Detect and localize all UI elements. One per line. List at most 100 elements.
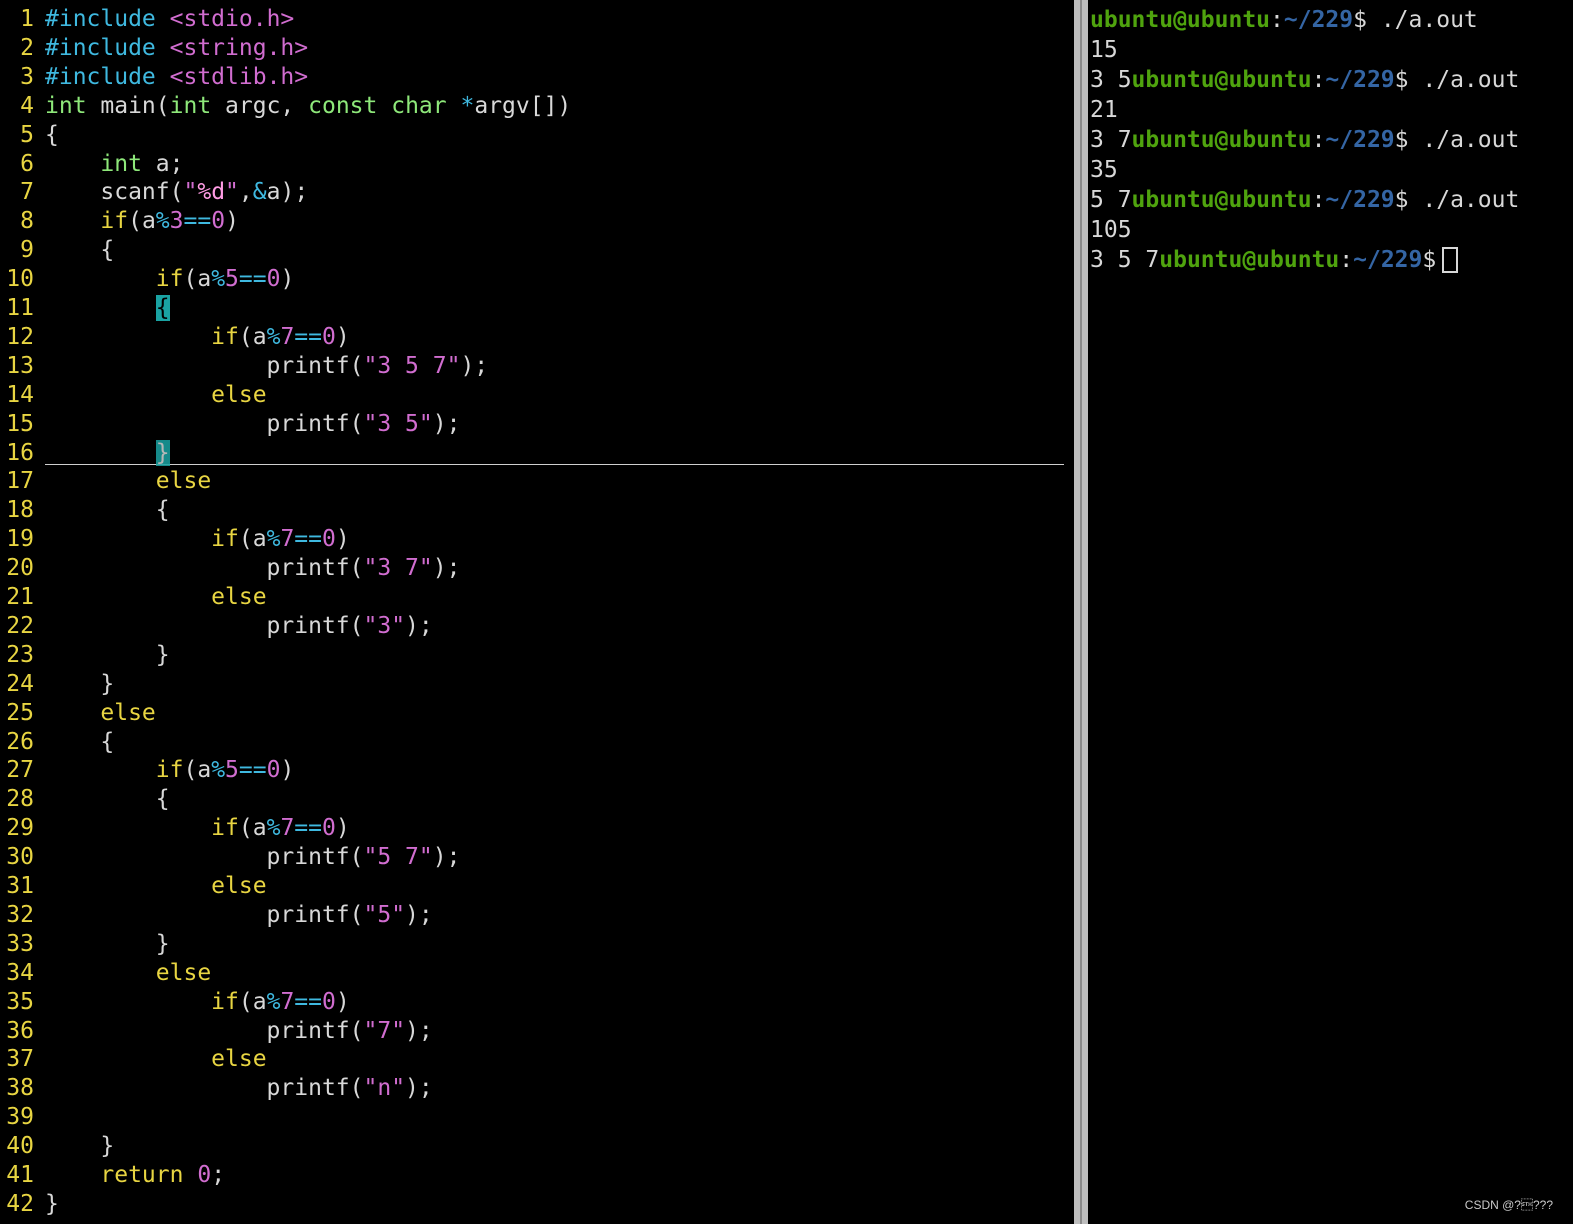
code-token: 7 xyxy=(280,526,295,553)
code-line[interactable]: 20 printf("3 7"); xyxy=(0,554,1074,583)
code-token: a; xyxy=(141,150,184,177)
code-line[interactable]: 27 if(a%5==0) xyxy=(0,756,1074,785)
code-line[interactable]: 9 { xyxy=(0,236,1074,265)
code-line[interactable]: 36 printf("7"); xyxy=(0,1017,1074,1046)
code-line[interactable]: 24 } xyxy=(0,670,1074,699)
code-line[interactable]: 14 else xyxy=(0,381,1074,410)
terminal-colon: : xyxy=(1270,7,1284,33)
code-line[interactable]: 28 { xyxy=(0,785,1074,814)
terminal-cursor[interactable] xyxy=(1442,247,1459,273)
code-line[interactable]: 11 { xyxy=(0,294,1074,323)
code-line[interactable]: 33 } xyxy=(0,930,1074,959)
terminal-user-host: ubuntu@ubuntu xyxy=(1159,247,1340,273)
code-text: printf("5"); xyxy=(45,901,433,930)
code-line[interactable]: 34 else xyxy=(0,959,1074,988)
code-line[interactable]: 17 else xyxy=(0,467,1074,496)
code-line[interactable]: 15 printf("3 5"); xyxy=(0,410,1074,439)
code-token: % xyxy=(155,208,170,235)
code-line[interactable]: 32 printf("5"); xyxy=(0,901,1074,930)
code-token: ) xyxy=(335,988,350,1015)
code-line[interactable]: 2 #include <string.h> xyxy=(0,34,1074,63)
code-line[interactable]: 39 xyxy=(0,1103,1074,1132)
line-number: 23 xyxy=(6,641,34,668)
terminal-path: ~/229 xyxy=(1325,127,1395,153)
code-line[interactable]: 23 } xyxy=(0,641,1074,670)
code-token: 0 xyxy=(266,757,281,784)
code-token: if xyxy=(211,988,239,1015)
line-number: 36 xyxy=(6,1017,34,1044)
code-line[interactable]: 16 } xyxy=(0,439,1074,468)
code-token: (a xyxy=(128,208,156,235)
terminal-output-line: 35 xyxy=(1090,155,1118,185)
line-number: 8 xyxy=(20,208,34,235)
terminal-dollar: $ xyxy=(1422,247,1437,273)
line-number: 25 xyxy=(6,699,34,726)
code-line[interactable]: 40 } xyxy=(0,1132,1074,1161)
code-token: 7 xyxy=(280,988,295,1015)
code-token: { xyxy=(45,237,115,264)
line-number: 14 xyxy=(6,381,34,408)
code-token: "5 7" xyxy=(363,844,433,871)
code-line[interactable]: 5{ xyxy=(0,121,1074,150)
code-line[interactable]: 41 return 0; xyxy=(0,1161,1074,1190)
code-token: ) xyxy=(280,266,295,293)
line-number: 22 xyxy=(6,612,34,639)
code-line[interactable]: 19 if(a%7==0) xyxy=(0,525,1074,554)
code-token: == xyxy=(294,988,322,1015)
code-token: } xyxy=(45,1133,115,1160)
line-number: 6 xyxy=(20,150,34,177)
code-token: int xyxy=(169,92,212,119)
code-token: <stdlib.h> xyxy=(169,63,309,90)
code-line[interactable]: 29 if(a%7==0) xyxy=(0,814,1074,843)
code-line[interactable]: 25 else xyxy=(0,699,1074,728)
code-line[interactable]: 21 else xyxy=(0,583,1074,612)
line-number: 13 xyxy=(6,352,34,379)
code-line[interactable]: 26 { xyxy=(0,728,1074,757)
code-text: else xyxy=(45,583,266,612)
code-text: if(a%3==0) xyxy=(45,207,239,236)
code-line[interactable]: 37 else xyxy=(0,1045,1074,1074)
code-line[interactable]: 8 if(a%3==0) xyxy=(0,207,1074,236)
vertical-split-bar[interactable] xyxy=(1074,0,1088,1224)
code-token: "3" xyxy=(363,612,406,639)
code-line[interactable]: 12 if(a%7==0) xyxy=(0,323,1074,352)
code-line[interactable]: 30 printf("5 7"); xyxy=(0,843,1074,872)
vim-editor-pane[interactable]: 1 #include <stdio.h> 2 #include <string.h> 3… xyxy=(0,0,1074,1224)
terminal-user-host: ubuntu@ubuntu xyxy=(1131,187,1312,213)
program-output: 3 7 xyxy=(1090,127,1132,153)
code-line[interactable]: 38 printf("n"); xyxy=(0,1074,1074,1103)
line-number: 18 xyxy=(6,497,34,524)
code-text: } xyxy=(45,670,114,699)
terminal-pane[interactable]: ubuntu@ubuntu:~/229$ ./a.out 15 3 5ubuntu@… xyxy=(1088,0,1573,1224)
code-line[interactable]: 22 printf("3"); xyxy=(0,612,1074,641)
code-line[interactable]: 35 if(a%7==0) xyxy=(0,988,1074,1017)
code-token: argc, xyxy=(211,92,309,119)
code-line[interactable]: 6 int a; xyxy=(0,150,1074,179)
code-line[interactable]: 7 scanf("%d",&a); xyxy=(0,178,1074,207)
line-number: 26 xyxy=(6,728,34,755)
code-line[interactable]: 31 else xyxy=(0,872,1074,901)
code-token: } xyxy=(45,930,170,957)
code-line[interactable]: 13 printf("3 5 7"); xyxy=(0,352,1074,381)
code-line[interactable]: 18 { xyxy=(0,496,1074,525)
code-line[interactable]: 10 if(a%5==0) xyxy=(0,265,1074,294)
code-token: if xyxy=(155,266,184,293)
code-line[interactable]: 1 #include <stdio.h> xyxy=(0,5,1074,34)
code-token: %d xyxy=(197,179,226,206)
code-token: 0 xyxy=(266,266,281,293)
code-text: if(a%7==0) xyxy=(45,814,350,843)
code-text: printf("3 7"); xyxy=(45,554,461,583)
code-line[interactable]: 3 #include <stdlib.h> xyxy=(0,63,1074,92)
code-line[interactable]: 4 int main(int argc, const char *argv[]) xyxy=(0,92,1074,121)
code-text: { xyxy=(45,785,170,814)
code-line[interactable]: 42} xyxy=(0,1190,1074,1219)
line-number: 31 xyxy=(6,873,34,899)
code-token: printf( xyxy=(45,555,364,582)
line-number: 12 xyxy=(6,323,34,350)
program-output: 5 7 xyxy=(1090,187,1132,213)
